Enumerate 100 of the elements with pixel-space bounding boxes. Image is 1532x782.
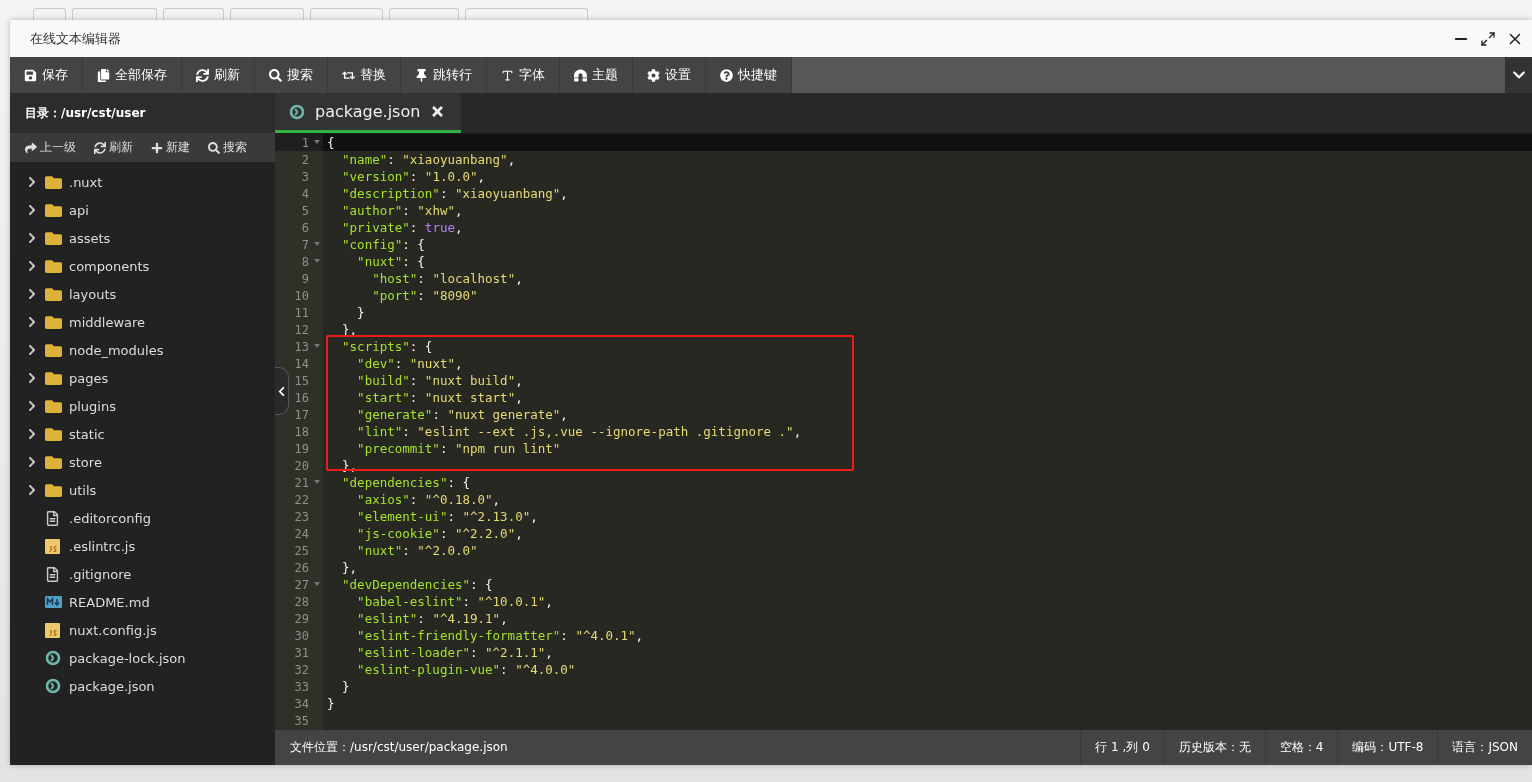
file-tree-item[interactable]: nuxt.config.js — [10, 616, 275, 644]
file-tree-item[interactable]: plugins — [10, 392, 275, 420]
file-name: .gitignore — [69, 566, 132, 582]
line-number: 7 — [301, 237, 309, 252]
status-item: 行 1 ,列 0 — [1080, 730, 1164, 765]
file-tree-item[interactable]: package.json — [10, 672, 275, 700]
sidebar-action[interactable]: 新建 — [148, 139, 193, 156]
line-number: 14 — [294, 356, 309, 371]
file-tree-item[interactable]: .nuxt — [10, 168, 275, 196]
file-tree-item[interactable]: api — [10, 196, 275, 224]
folder-icon — [45, 257, 62, 275]
refresh-icon — [94, 141, 106, 154]
file-name: utils — [69, 482, 97, 498]
line-number: 15 — [294, 373, 309, 388]
toolbar-button[interactable]: 搜索 — [255, 57, 328, 93]
plus-icon — [151, 141, 163, 154]
code-line: "devDependencies": { — [341, 576, 493, 593]
status-item: 历史版本：无 — [1163, 730, 1265, 765]
code-line: "nuxt": "^2.0.0" — [356, 542, 478, 559]
file-tree-item[interactable]: layouts — [10, 280, 275, 308]
documents-icon — [97, 68, 110, 82]
line-number: 9 — [301, 271, 309, 286]
line-number: 17 — [294, 407, 309, 422]
folder-icon — [45, 453, 62, 471]
fold-caret-icon[interactable] — [314, 480, 320, 484]
document-icon — [45, 566, 60, 582]
code-line: } — [356, 304, 365, 321]
file-tree-item[interactable]: static — [10, 420, 275, 448]
file-tree-item[interactable]: store — [10, 448, 275, 476]
fold-caret-icon[interactable] — [314, 344, 320, 348]
code-line: "config": { — [341, 236, 425, 253]
file-name: store — [69, 454, 102, 470]
file-tree-item[interactable]: components — [10, 252, 275, 280]
file-tree-item[interactable]: pages — [10, 364, 275, 392]
js-file-icon — [45, 538, 60, 554]
line-number: 23 — [294, 509, 309, 524]
code-line: "nuxt": { — [356, 253, 425, 270]
file-tree-item[interactable]: utils — [10, 476, 275, 504]
line-number: 4 — [301, 186, 309, 201]
toolbar-button[interactable]: 刷新 — [182, 57, 255, 93]
toolbar-button[interactable]: 替换 — [328, 57, 401, 93]
file-tree-item[interactable]: .editorconfig — [10, 504, 275, 532]
refresh-icon — [196, 68, 209, 82]
sidebar-action[interactable]: 上一级 — [22, 139, 79, 156]
code-line: "build": "nuxt build", — [356, 372, 523, 389]
sidebar-action[interactable]: 搜索 — [205, 139, 250, 156]
toolbar-button[interactable]: 保存 — [10, 57, 83, 93]
status-item: 空格：4 — [1264, 730, 1338, 765]
code-line: "eslint": "^4.19.1", — [356, 610, 508, 627]
status-item: 编码：UTF-8 — [1337, 730, 1438, 765]
file-tree-item[interactable]: README.md — [10, 588, 275, 616]
file-name: package.json — [69, 678, 155, 694]
fold-caret-icon[interactable] — [314, 259, 320, 263]
toolbar-button[interactable]: 快捷键 — [706, 57, 792, 93]
file-name: static — [69, 426, 105, 442]
collapse-handle[interactable] — [275, 367, 289, 415]
folder-icon — [45, 369, 62, 387]
toolbar-button[interactable]: 设置 — [633, 57, 706, 93]
file-tree-item[interactable]: node_modules — [10, 336, 275, 364]
folder-icon — [45, 425, 62, 443]
toolbar-button[interactable]: 主题 — [560, 57, 633, 93]
code-line: "description": "xiaoyuanbang", — [341, 185, 568, 202]
file-name: nuxt.config.js — [69, 622, 157, 638]
file-name: node_modules — [69, 342, 164, 358]
line-number: 26 — [294, 560, 309, 575]
fold-caret-icon[interactable] — [314, 242, 320, 246]
code-line: { — [327, 134, 335, 151]
file-name: api — [69, 202, 89, 218]
chevron-left-icon — [276, 385, 287, 397]
folder-icon — [45, 285, 62, 303]
code-line: "host": "localhost", — [371, 270, 523, 287]
letter-t-icon — [501, 68, 514, 82]
line-number: 33 — [294, 679, 309, 694]
sidebar-action[interactable]: 刷新 — [91, 139, 136, 156]
code-line: "eslint-plugin-vue": "^4.0.0" — [356, 661, 576, 678]
json-file-icon — [289, 103, 305, 120]
folder-icon — [45, 229, 62, 247]
file-tab[interactable]: package.json — [275, 93, 462, 133]
code-line: "port": "8090" — [371, 287, 478, 304]
line-number: 22 — [294, 492, 309, 507]
status-item: 语言：JSON — [1437, 730, 1532, 765]
file-name: .nuxt — [69, 174, 103, 190]
file-name: .editorconfig — [69, 510, 151, 526]
line-number: 35 — [294, 713, 309, 728]
fold-caret-icon[interactable] — [314, 582, 320, 586]
line-number: 34 — [294, 696, 309, 711]
maximize-icon[interactable] — [1480, 30, 1496, 47]
dropdown-button[interactable] — [1505, 57, 1532, 93]
toolbar-button[interactable]: 全部保存 — [83, 57, 182, 93]
file-tree-item[interactable]: .eslintrc.js — [10, 532, 275, 560]
file-tree-item[interactable]: middleware — [10, 308, 275, 336]
line-number: 10 — [294, 288, 309, 303]
code-line: } — [341, 678, 350, 695]
line-number: 11 — [294, 305, 309, 320]
toolbar-button[interactable]: 字体 — [487, 57, 560, 93]
file-tree-item[interactable]: assets — [10, 224, 275, 252]
file-tree-item[interactable]: package-lock.json — [10, 644, 275, 672]
file-tree-item[interactable]: .gitignore — [10, 560, 275, 588]
toolbar-button[interactable]: 跳转行 — [401, 57, 487, 93]
file-name: plugins — [69, 398, 116, 414]
